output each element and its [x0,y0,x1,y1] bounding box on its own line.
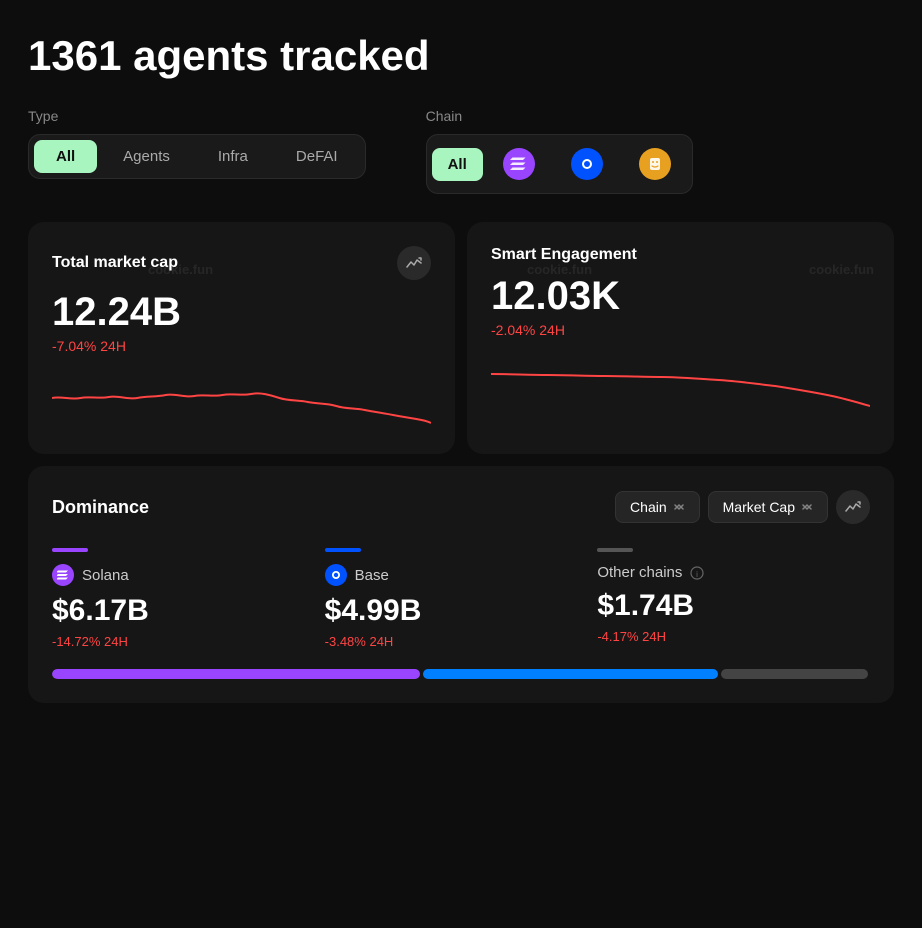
tab-chain-other[interactable] [623,140,687,188]
chain-selector-label: Chain [630,499,667,515]
base-value: $4.99B [325,594,598,628]
dominance-chart-btn[interactable] [836,490,870,524]
other-bar-segment [721,669,868,679]
chart-line-icon [406,255,422,271]
tab-type-infra[interactable]: Infra [196,140,270,173]
base-bar-segment [423,669,717,679]
dominance-item-solana: Solana $6.17B -14.72% 24H [52,548,325,649]
dominance-items: Solana $6.17B -14.72% 24H Base $4.99B -3… [52,548,870,649]
tab-chain-solana[interactable] [487,140,551,188]
total-market-cap-header: Total market cap [52,246,431,280]
tab-type-agents[interactable]: Agents [101,140,192,173]
page-title: 1361 agents tracked [28,32,894,80]
total-market-cap-chart [52,370,431,430]
solana-chain-icon [503,148,535,180]
smart-engagement-title: Smart Engagement [491,246,637,264]
solana-label: Solana [82,567,129,584]
solana-bar-indicator [52,548,88,552]
base-change: -3.48% 24H [325,634,598,649]
smart-engagement-chart [491,354,870,414]
type-tab-group: All Agents Infra DeFAI [28,134,366,179]
smart-engagement-header: Smart Engagement [491,246,870,264]
solana-value: $6.17B [52,594,325,628]
dominance-item-base: Base $4.99B -3.48% 24H [325,548,598,649]
tab-chain-all[interactable]: All [432,148,483,181]
chain-filter-label: Chain [426,108,693,124]
svg-text:i: i [696,570,698,579]
total-market-cap-chart-btn[interactable] [397,246,431,280]
base-label: Base [355,567,389,584]
smart-engagement-card: Smart Engagement 12.03K -2.04% 24H cooki… [467,222,894,454]
chain-selector-chevron [673,501,685,513]
chain-tab-group: All [426,134,693,194]
other-value: $1.74B [597,589,870,623]
other-chains-label: Other chains [597,564,682,581]
tab-type-all[interactable]: All [34,140,97,173]
base-icon [325,564,347,586]
smart-engagement-change: -2.04% 24H [491,322,870,338]
dominance-card: Dominance Chain Market Cap [28,466,894,703]
dominance-header: Dominance Chain Market Cap [52,490,870,524]
chain-filter-group: Chain All [426,108,693,194]
solana-bar-segment [52,669,420,679]
total-market-cap-title: Total market cap [52,254,178,272]
other-chain-icon [639,148,671,180]
dominance-progress-bar [52,669,870,679]
base-chain-label: Base [325,564,598,586]
dominance-item-other: Other chains i $1.74B -4.17% 24H [597,548,870,649]
info-icon: i [690,566,704,580]
solana-chain-label: Solana [52,564,325,586]
dominance-title: Dominance [52,497,149,518]
other-chain-label: Other chains i [597,564,870,581]
total-market-cap-change: -7.04% 24H [52,338,431,354]
metric-selector-label: Market Cap [723,499,795,515]
metric-selector-chevron [801,501,813,513]
total-market-cap-value: 12.24B [52,290,431,334]
tab-type-defai[interactable]: DeFAI [274,140,360,173]
dominance-controls: Chain Market Cap [615,490,870,524]
solana-icon [52,564,74,586]
smart-engagement-value: 12.03K [491,274,870,318]
base-chain-icon [571,148,603,180]
type-filter-group: Type All Agents Infra DeFAI [28,108,366,179]
tab-chain-base[interactable] [555,140,619,188]
filters-row: Type All Agents Infra DeFAI Chain All [28,108,894,194]
chain-selector-btn[interactable]: Chain [615,491,700,523]
total-market-cap-card: Total market cap 12.24B -7.04% 24H cooki… [28,222,455,454]
other-change: -4.17% 24H [597,629,870,644]
solana-change: -14.72% 24H [52,634,325,649]
base-bar-indicator [325,548,361,552]
metrics-row: Total market cap 12.24B -7.04% 24H cooki… [28,222,894,454]
metric-selector-btn[interactable]: Market Cap [708,491,828,523]
other-bar-indicator [597,548,633,552]
type-filter-label: Type [28,108,366,124]
dominance-chart-icon [845,499,861,515]
